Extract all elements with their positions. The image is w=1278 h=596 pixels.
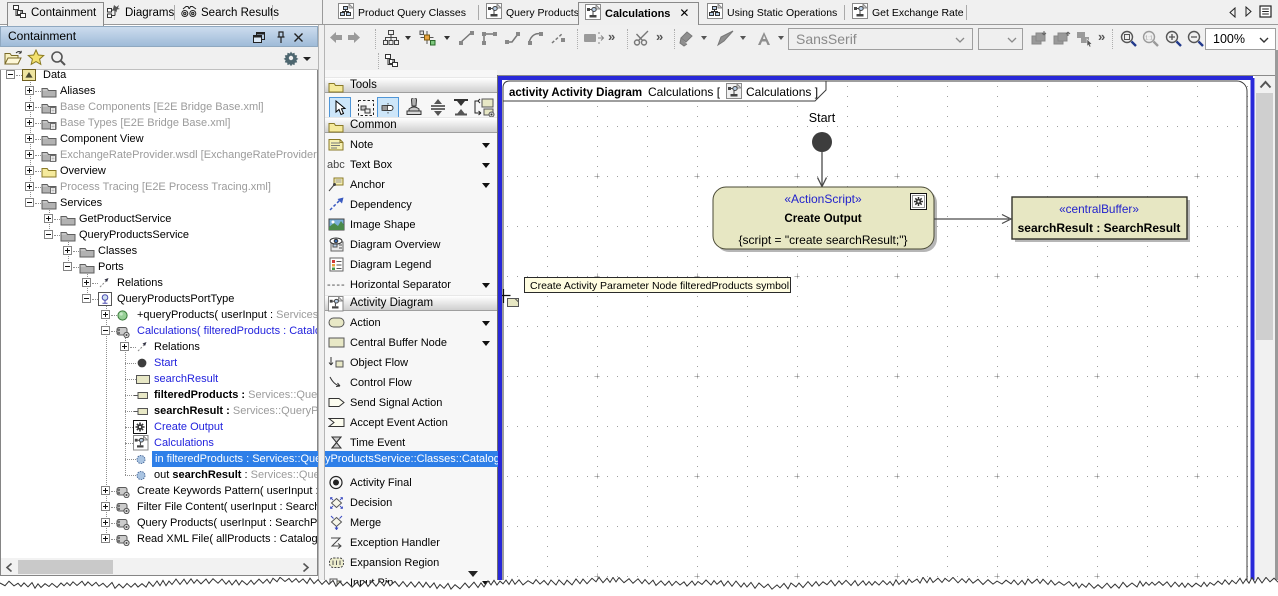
svg-text:1:1: 1:1	[1145, 36, 1153, 42]
svg-text:Calculations ]: Calculations ]	[746, 85, 818, 99]
svg-text:searchResult : SearchResult: searchResult : SearchResult	[1018, 221, 1181, 235]
svg-text:Create Activity Parameter Node: Create Activity Parameter Node filteredP…	[530, 280, 789, 292]
svg-text:«centralBuffer»: «centralBuffer»	[1059, 202, 1139, 216]
svg-text:«ActionScript»: «ActionScript»	[784, 192, 862, 206]
svg-text:{script = "create searchResult: {script = "create searchResult;"}	[739, 233, 908, 247]
svg-text:Start: Start	[809, 111, 836, 125]
svg-text:Create Output: Create Output	[784, 212, 861, 225]
svg-text:activity Activity Diagram: activity Activity Diagram	[509, 87, 642, 99]
svg-text:Calculations [: Calculations [	[648, 85, 721, 99]
